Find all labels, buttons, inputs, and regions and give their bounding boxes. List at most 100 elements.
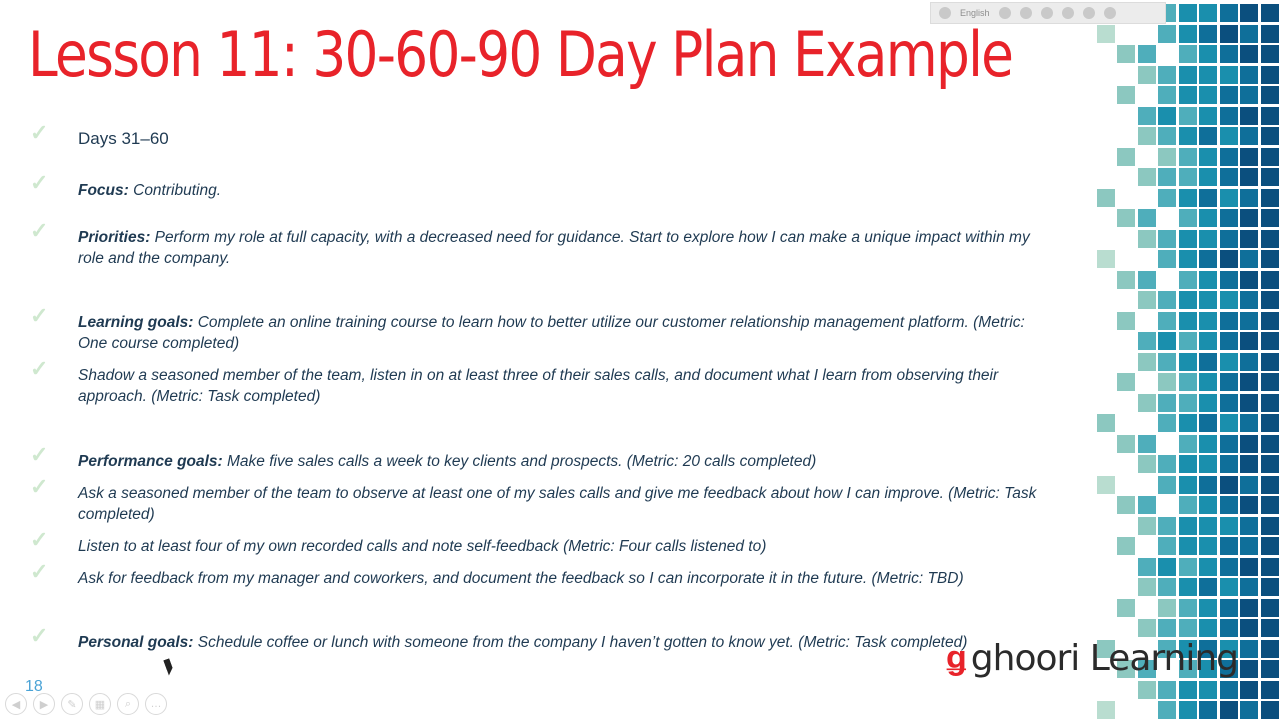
info-icon[interactable] xyxy=(1103,7,1116,19)
mosaic-tile xyxy=(1178,598,1197,617)
list-item: Priorities: Perform my role at full capa… xyxy=(78,227,1053,269)
item-text: Perform my role at full capacity, with a… xyxy=(78,229,1030,267)
mosaic-tile xyxy=(1158,414,1176,432)
search-icon[interactable] xyxy=(1061,7,1074,19)
mosaic-tile xyxy=(1178,373,1197,391)
mosaic-tile xyxy=(1260,24,1279,43)
mosaic-tile xyxy=(1199,127,1217,145)
mosaic-tile xyxy=(1219,434,1238,453)
mosaic-tile xyxy=(1158,168,1176,186)
see-all-slides-icon[interactable]: ▦ xyxy=(89,693,111,715)
mosaic-tile xyxy=(1260,106,1279,125)
mosaic-tile xyxy=(1260,393,1279,412)
mosaic-tile xyxy=(1137,434,1156,453)
item-text: Ask a seasoned member of the team to obs… xyxy=(78,485,1037,523)
mosaic-tile xyxy=(1219,24,1238,43)
mosaic-tile xyxy=(1260,127,1279,145)
presentation-toolbar[interactable]: English xyxy=(930,2,1166,24)
mosaic-tile xyxy=(1158,537,1176,555)
settings-icon[interactable] xyxy=(1040,7,1053,19)
mosaic-tile xyxy=(1240,229,1258,248)
mosaic-tile xyxy=(1219,168,1238,186)
mosaic-tile xyxy=(1240,619,1258,637)
mosaic-tile xyxy=(1219,311,1238,330)
mosaic-tile xyxy=(1260,188,1279,207)
mosaic-tile xyxy=(1240,639,1258,658)
mosaic-tile xyxy=(1158,311,1176,330)
mosaic-tile xyxy=(1240,475,1258,494)
mosaic-tile xyxy=(1260,475,1279,494)
mosaic-tile xyxy=(1240,578,1258,596)
mosaic-tile xyxy=(1240,496,1258,514)
zoom-icon[interactable]: ⌕ xyxy=(117,693,139,715)
mosaic-tile xyxy=(1137,680,1156,699)
mosaic-tile xyxy=(1240,168,1258,186)
mosaic-tile xyxy=(1240,701,1258,719)
mosaic-tile xyxy=(1219,229,1238,248)
mosaic-tile xyxy=(1199,229,1217,248)
mosaic-tile xyxy=(1178,188,1197,207)
mosaic-tile xyxy=(1199,352,1217,371)
mosaic-tile xyxy=(1199,578,1217,596)
mosaic-tile xyxy=(1260,516,1279,535)
mosaic-tile xyxy=(1240,24,1258,43)
mosaic-tile xyxy=(1260,65,1279,84)
mosaic-tile xyxy=(1158,352,1176,371)
mosaic-tile xyxy=(1117,598,1135,617)
section-heading: Days 31–60 xyxy=(78,129,169,148)
mosaic-tile xyxy=(1158,229,1176,248)
keyboard-icon[interactable] xyxy=(998,7,1011,19)
list-item: Ask for feedback from my manager and cow… xyxy=(78,568,1053,589)
mosaic-tile xyxy=(1219,127,1238,145)
mosaic-tile xyxy=(1260,373,1279,391)
mosaic-tile xyxy=(1178,393,1197,412)
next-slide-icon[interactable]: ▶ xyxy=(33,693,55,715)
mosaic-tile xyxy=(1240,4,1258,22)
mosaic-tile xyxy=(1137,229,1156,248)
item-text: Ask for feedback from my manager and cow… xyxy=(78,570,964,587)
checkmark-icon: ✓ xyxy=(30,442,49,467)
mosaic-tile xyxy=(1219,393,1238,412)
mosaic-tile xyxy=(1219,270,1238,289)
mosaic-tile xyxy=(1137,209,1156,227)
language-selector[interactable]: English xyxy=(960,8,990,18)
checkmark-icon: ✓ xyxy=(30,218,49,243)
mosaic-tile xyxy=(1219,352,1238,371)
mosaic-tile xyxy=(1199,701,1217,719)
mosaic-tile xyxy=(1240,291,1258,309)
previous-slide-icon[interactable]: ◀ xyxy=(5,693,27,715)
mosaic-tile xyxy=(1158,188,1176,207)
ghoori-learning-logo: ǥ ghoori Learning xyxy=(946,638,1239,679)
mosaic-tile xyxy=(1158,24,1176,43)
mosaic-tile xyxy=(1199,147,1217,166)
mosaic-tile xyxy=(1158,65,1176,84)
item-text: Contributing. xyxy=(128,182,222,199)
mosaic-tile xyxy=(1178,516,1197,535)
slide-navigation[interactable]: ◀ ▶ ✎ ▦ ⌕ … xyxy=(5,693,167,715)
mosaic-tile xyxy=(1178,229,1197,248)
item-text: Listen to at least four of my own record… xyxy=(78,538,767,555)
pen-icon[interactable]: ✎ xyxy=(61,693,83,715)
mosaic-tile xyxy=(1240,434,1258,453)
list-item: Ask a seasoned member of the team to obs… xyxy=(78,483,1053,525)
pen-tool-icon[interactable] xyxy=(1019,7,1032,19)
mosaic-tile xyxy=(1240,373,1258,391)
checkmark-icon: ✓ xyxy=(30,527,49,552)
checkmark-icon: ✓ xyxy=(30,303,49,328)
mosaic-tile xyxy=(1199,188,1217,207)
help-icon[interactable] xyxy=(1082,7,1095,19)
mosaic-tile xyxy=(1260,537,1279,555)
mosaic-tile xyxy=(1199,496,1217,514)
more-options-icon[interactable]: … xyxy=(145,693,167,715)
mosaic-tile xyxy=(1178,106,1197,125)
mosaic-tile xyxy=(1240,86,1258,104)
mosaic-tile xyxy=(1178,578,1197,596)
mosaic-tile xyxy=(1117,373,1135,391)
mosaic-tile xyxy=(1240,332,1258,350)
mosaic-tile xyxy=(1178,332,1197,350)
mosaic-tile xyxy=(1219,106,1238,125)
page-title: Lesson 11: 30-60-90 Day Plan Example xyxy=(28,18,1014,91)
mosaic-tile xyxy=(1199,475,1217,494)
pointer-icon[interactable] xyxy=(939,7,951,19)
mosaic-tile xyxy=(1199,434,1217,453)
